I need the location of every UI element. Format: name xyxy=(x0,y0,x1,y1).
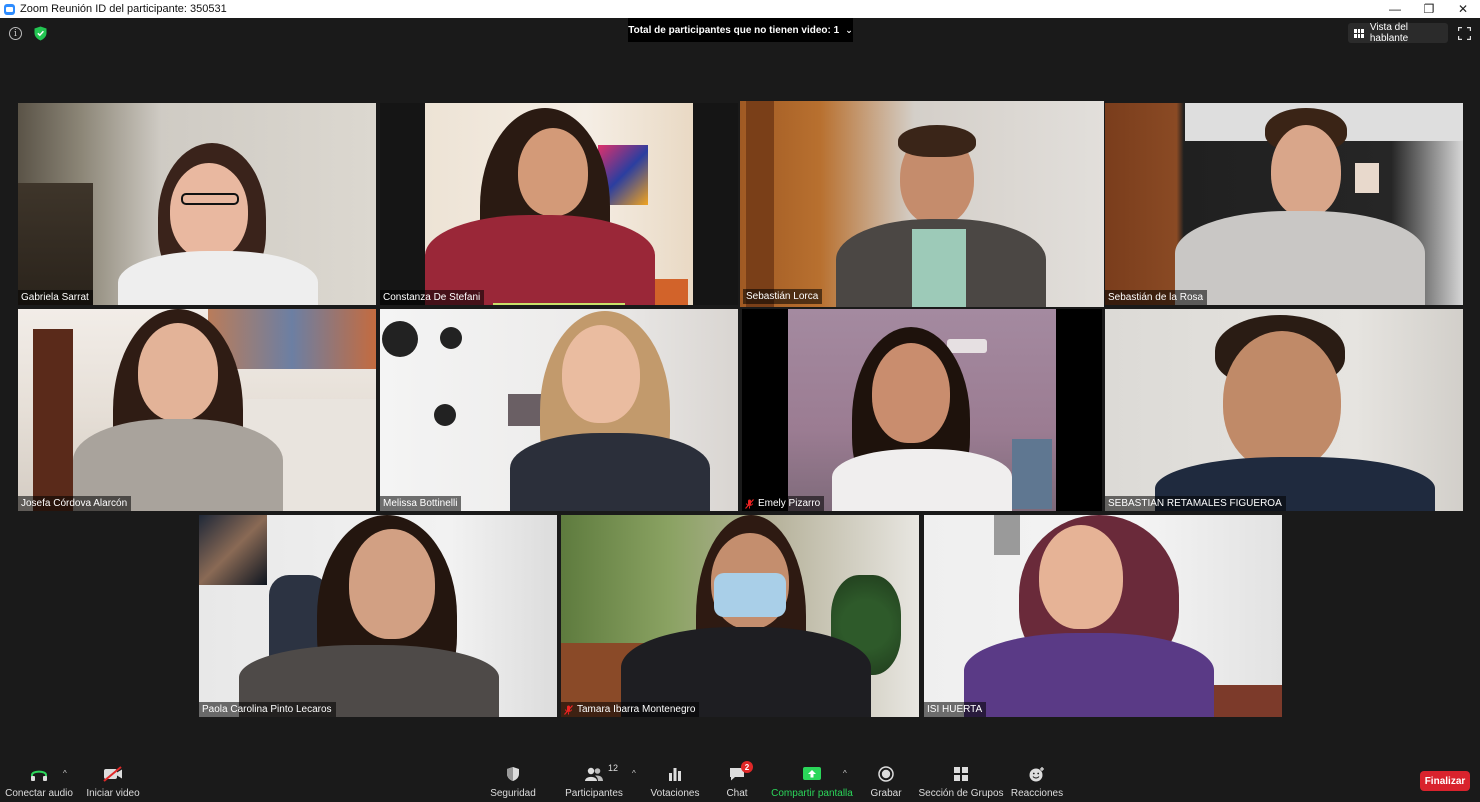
record-label: Grabar xyxy=(870,788,902,799)
share-screen-icon xyxy=(802,765,822,783)
video-tile[interactable]: Gabriela Sarrat xyxy=(18,103,376,305)
start-video-button[interactable]: Iniciar video xyxy=(84,756,142,802)
participant-name: ISI HUERTA xyxy=(927,704,983,715)
participant-label: Tamara Ibarra Montenegro xyxy=(561,702,700,717)
meeting-toolbar: Conectar audio ^ Iniciar video Seguridad… xyxy=(0,756,1480,802)
no-video-participants-banner[interactable]: Total de participantes que no tienen vid… xyxy=(628,18,853,42)
start-video-label: Iniciar video xyxy=(86,788,140,799)
participant-label: Paola Carolina Pinto Lecaros xyxy=(199,702,336,717)
speaker-view-label: Vista del hablante xyxy=(1369,22,1409,44)
connect-audio-label: Conectar audio xyxy=(5,788,73,799)
reactions-button[interactable]: Reacciones xyxy=(1010,756,1064,802)
participant-name: Sebastián de la Rosa xyxy=(1108,292,1204,303)
video-tile[interactable]: Melissa Bottinelli xyxy=(380,309,738,511)
muted-microphone-icon xyxy=(564,704,573,715)
end-meeting-button[interactable]: Finalizar xyxy=(1420,771,1470,791)
video-tile[interactable]: Tamara Ibarra Montenegro xyxy=(561,515,919,717)
restore-icon[interactable]: ❐ xyxy=(1412,0,1446,18)
grid-view-icon xyxy=(1354,28,1364,38)
video-tile[interactable]: ISI HUERTA xyxy=(924,515,1282,717)
record-icon xyxy=(878,765,894,783)
participants-label: Participantes xyxy=(565,788,623,799)
chat-unread-badge: 2 xyxy=(741,761,753,773)
participant-label: Melissa Bottinelli xyxy=(380,496,462,511)
minimize-icon[interactable]: — xyxy=(1378,0,1412,18)
chat-button[interactable]: 2 Chat xyxy=(718,756,756,802)
participant-label: Sebastián de la Rosa xyxy=(1105,290,1208,305)
security-shield-icon xyxy=(505,765,521,783)
record-button[interactable]: Grabar xyxy=(866,756,906,802)
window-titlebar: Zoom Reunión ID del participante: 350531… xyxy=(0,0,1480,18)
encryption-shield-icon[interactable] xyxy=(34,26,47,41)
muted-microphone-icon xyxy=(745,498,754,509)
video-tile[interactable]: Josefa Córdova Alarcón xyxy=(18,309,376,511)
breakout-rooms-label: Sección de Grupos xyxy=(918,788,1004,799)
participant-label: ISI HUERTA xyxy=(924,702,987,717)
participant-name: Constanza De Stefani xyxy=(383,292,481,303)
video-tile-active-speaker[interactable]: Sebastián Lorca xyxy=(740,101,1104,307)
participant-label: Emely Pizarro xyxy=(742,496,825,511)
connect-audio-button[interactable]: Conectar audio xyxy=(5,756,73,802)
participant-label: Constanza De Stefani xyxy=(380,290,485,305)
reactions-smiley-icon xyxy=(1028,765,1046,783)
banner-text: Total de participantes que no tienen vid… xyxy=(628,24,840,36)
video-tile[interactable]: Emely Pizarro xyxy=(742,309,1102,511)
polls-bar-chart-icon xyxy=(667,765,683,783)
breakout-rooms-button[interactable]: Sección de Grupos xyxy=(918,756,1004,802)
close-icon[interactable]: ✕ xyxy=(1446,0,1480,18)
security-button[interactable]: Seguridad xyxy=(488,756,538,802)
participants-count: 12 xyxy=(608,763,619,773)
participant-label: Josefa Córdova Alarcón xyxy=(18,496,132,511)
share-screen-label: Compartir pantalla xyxy=(771,788,853,799)
breakout-rooms-icon xyxy=(953,765,969,783)
participant-name: Tamara Ibarra Montenegro xyxy=(577,704,696,715)
fullscreen-icon[interactable] xyxy=(1458,27,1471,40)
participant-label: Gabriela Sarrat xyxy=(18,290,93,305)
participant-label: Sebastián Lorca xyxy=(743,289,823,304)
security-label: Seguridad xyxy=(490,788,536,799)
audio-options-caret-icon[interactable]: ^ xyxy=(63,769,67,778)
participant-name: Sebastián Lorca xyxy=(746,291,819,302)
polls-label: Votaciones xyxy=(650,788,700,799)
participant-name: SEBASTIAN RETAMALES FIGUEROA xyxy=(1108,498,1282,509)
video-tile[interactable]: SEBASTIAN RETAMALES FIGUEROA xyxy=(1105,309,1463,511)
participants-icon: 12 xyxy=(584,763,618,783)
participants-button[interactable]: 12 Participantes xyxy=(564,756,624,802)
chat-label: Chat xyxy=(726,788,748,799)
chevron-down-icon: ⌄ xyxy=(845,24,853,35)
polls-button[interactable]: Votaciones xyxy=(650,756,700,802)
share-options-caret-icon[interactable]: ^ xyxy=(843,769,847,778)
participant-name: Emely Pizarro xyxy=(758,498,821,509)
headphones-icon xyxy=(29,765,49,783)
participant-name: Paola Carolina Pinto Lecaros xyxy=(202,704,332,715)
participant-name: Gabriela Sarrat xyxy=(21,292,89,303)
video-tile[interactable]: Constanza De Stefani xyxy=(380,103,738,305)
video-tile[interactable]: Paola Carolina Pinto Lecaros xyxy=(199,515,557,717)
window-title: Zoom Reunión ID del participante: 350531 xyxy=(20,3,227,15)
participant-name: Josefa Córdova Alarcón xyxy=(21,498,128,509)
participant-label: SEBASTIAN RETAMALES FIGUEROA xyxy=(1105,496,1286,511)
participant-name: Melissa Bottinelli xyxy=(383,498,458,509)
speaker-view-button[interactable]: Vista del hablante xyxy=(1348,22,1448,44)
video-tile[interactable]: Sebastián de la Rosa xyxy=(1105,103,1463,305)
video-off-icon xyxy=(102,765,124,783)
meeting-info-icon[interactable]: i xyxy=(9,27,22,40)
reactions-label: Reacciones xyxy=(1010,788,1064,799)
participants-options-caret-icon[interactable]: ^ xyxy=(632,769,636,778)
zoom-app-icon xyxy=(4,3,15,15)
share-screen-button[interactable]: Compartir pantalla xyxy=(770,756,854,802)
chat-bubble-icon: 2 xyxy=(728,761,753,783)
